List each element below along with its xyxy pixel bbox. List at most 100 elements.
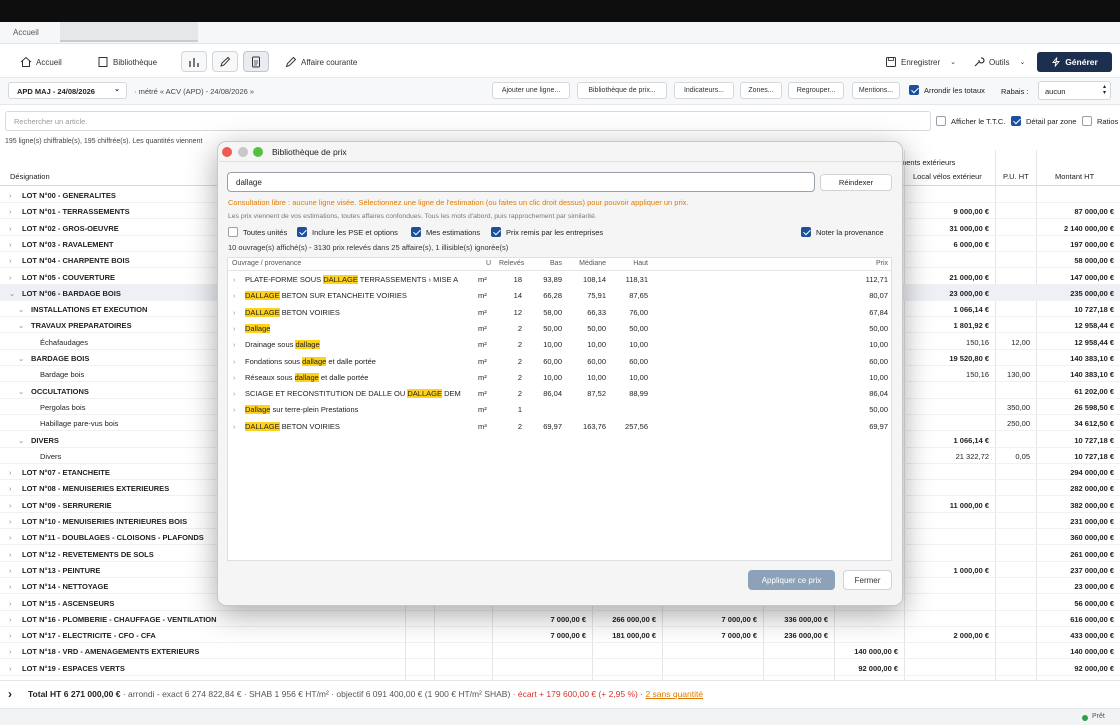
mes-estimations-checkbox[interactable]: Mes estimations: [411, 227, 480, 237]
bibliotheque-button[interactable]: Bibliothèque: [97, 52, 157, 72]
chevron-right-icon[interactable]: ›: [9, 517, 12, 526]
price-result-row[interactable]: › PLATE-FORME SOUS DALLAGE TERRASSEMENTS …: [228, 271, 891, 287]
chevron-down-icon[interactable]: ⌄: [18, 305, 24, 314]
bibliotheque-prix-button[interactable]: Bibliothèque de prix...: [577, 82, 667, 99]
chevron-right-icon[interactable]: ›: [9, 566, 12, 575]
arrondir-checkbox[interactable]: Arrondir les totaux: [909, 85, 985, 95]
chevron-right-icon[interactable]: ›: [9, 484, 12, 493]
price-result-row[interactable]: › Fondations sous dallage et dalle portée…: [228, 353, 891, 369]
chevron-down-icon[interactable]: ⌄: [18, 321, 24, 330]
price-result-row[interactable]: › Réseaux sous dallage et dalle portée m² 2…: [228, 369, 891, 385]
chevron-right-icon[interactable]: ›: [9, 550, 12, 559]
chevron-right-icon[interactable]: ›: [9, 256, 12, 265]
result-prix: 80,07: [869, 291, 888, 301]
tab-current-project[interactable]: [60, 22, 198, 42]
affaire-courante-button[interactable]: Affaire courante: [285, 52, 357, 72]
version-select[interactable]: APD MAJ - 24/08/2026 ⌄: [8, 82, 127, 99]
chevron-right-icon[interactable]: ›: [233, 389, 236, 398]
article-search-input[interactable]: Rechercher un article.: [5, 111, 931, 131]
lot-row[interactable]: › LOT N°19 - ESPACES VERTS 92 000,00 € 92 0…: [0, 660, 1120, 676]
ajouter-ligne-button[interactable]: Ajouter une ligne...: [492, 82, 570, 99]
afficher-ttc-checkbox[interactable]: Afficher le T.T.C.: [936, 116, 1005, 126]
generer-button[interactable]: Générer: [1037, 52, 1112, 72]
document-view-button[interactable]: [243, 51, 269, 72]
chevron-right-icon[interactable]: ›: [233, 340, 236, 349]
price-search-input[interactable]: dallage: [227, 172, 815, 192]
tab-accueil[interactable]: Accueil: [13, 28, 39, 37]
indicateurs-button[interactable]: Indicateurs...: [674, 82, 734, 99]
fermer-button[interactable]: Fermer: [843, 570, 892, 590]
price-result-row[interactable]: › Drainage sous dallage m² 2 10,00 10,00 10,00…: [228, 336, 891, 352]
row-zone4-amount: 336 000,00 €: [784, 614, 828, 624]
chevron-down-icon[interactable]: ⌄: [18, 387, 24, 396]
chevron-right-icon[interactable]: ›: [233, 324, 236, 333]
chevron-right-icon[interactable]: ›: [9, 224, 12, 233]
chevron-right-icon[interactable]: ›: [9, 501, 12, 510]
chevron-right-icon[interactable]: ›: [9, 599, 12, 608]
prix-entreprises-checkbox[interactable]: Prix remis par les entreprises: [491, 227, 603, 237]
noter-provenance-checkbox[interactable]: Noter la provenance: [801, 227, 884, 237]
chevron-down-icon[interactable]: ⌄: [18, 354, 24, 363]
chevron-right-icon[interactable]: ›: [9, 582, 12, 591]
accueil-button[interactable]: Accueil: [20, 52, 62, 72]
chevron-right-icon[interactable]: ›: [9, 273, 12, 282]
result-text: Fondations sous: [245, 356, 303, 366]
sans-quantite-link[interactable]: 2 sans quantité: [645, 689, 703, 699]
checkbox-checked[interactable]: [801, 227, 811, 237]
mentions-button[interactable]: Mentions...: [852, 82, 900, 99]
lot-row[interactable]: › LOT N°17 - ELECTRICITE - CFO - CFA 7 000…: [0, 627, 1120, 644]
checkbox-checked[interactable]: [491, 227, 501, 237]
ratios-checkbox[interactable]: Ratios: [1082, 116, 1120, 126]
chevron-right-icon[interactable]: ›: [9, 207, 12, 216]
detail-zone-checkbox[interactable]: Détail par zone: [1011, 116, 1076, 126]
lot-row[interactable]: › LOT N°18 - VRD - AMENAGEMENTS EXTERIEUR…: [0, 643, 1120, 660]
chevron-right-icon[interactable]: ›: [8, 687, 12, 701]
close-window-icon[interactable]: [222, 147, 232, 157]
rabais-select[interactable]: aucun ▴ ▾: [1038, 81, 1111, 100]
zoom-window-icon[interactable]: [253, 147, 263, 157]
result-ouvrage: DALLAGE BETON SUR ETANCHEITE VOIRIES: [245, 291, 466, 301]
chevron-right-icon[interactable]: ›: [233, 405, 236, 414]
checkbox-unchecked[interactable]: [936, 116, 946, 126]
chevron-right-icon[interactable]: ›: [233, 373, 236, 382]
checkbox-checked[interactable]: [297, 227, 307, 237]
chevron-right-icon[interactable]: ›: [9, 647, 12, 656]
reindexer-button[interactable]: Réindexer: [820, 174, 892, 191]
price-result-row[interactable]: › Dallage m² 2 50,00 50,00 50,00 50,00: [228, 320, 891, 336]
chevron-right-icon[interactable]: ›: [233, 291, 236, 300]
chevron-right-icon[interactable]: ›: [9, 468, 12, 477]
checkbox-checked[interactable]: [1011, 116, 1021, 126]
price-result-row[interactable]: › DALLAGE BETON VOIRIES m² 12 58,00 66,33 76,0…: [228, 304, 891, 320]
price-result-row[interactable]: › DALLAGE BETON SUR ETANCHEITE VOIRIES m² 1…: [228, 287, 891, 303]
inclure-pse-checkbox[interactable]: Inclure les PSE et options: [297, 227, 398, 237]
chevron-right-icon[interactable]: ›: [9, 240, 12, 249]
outils-button[interactable]: Outils ⌄: [973, 52, 1025, 72]
chevron-right-icon[interactable]: ›: [9, 191, 12, 200]
chevron-down-icon[interactable]: ⌄: [18, 436, 24, 445]
chevron-down-icon[interactable]: ⌄: [9, 289, 15, 298]
zones-button[interactable]: Zones...: [740, 82, 782, 99]
enregistrer-button[interactable]: Enregistrer ⌄: [885, 52, 956, 72]
chevron-right-icon[interactable]: ›: [233, 275, 236, 284]
price-result-row[interactable]: › DALLAGE BETON VOIRIES m³ 2 69,97 163,76 257,…: [228, 418, 891, 434]
chevron-right-icon[interactable]: ›: [233, 357, 236, 366]
checkbox-checked[interactable]: [411, 227, 421, 237]
chevron-right-icon[interactable]: ›: [233, 308, 236, 317]
chevron-right-icon[interactable]: ›: [9, 631, 12, 640]
lot-row[interactable]: › LOT N°16 - PLOMBERIE - CHAUFFAGE - VENT…: [0, 611, 1120, 627]
toutes-unites-checkbox[interactable]: Toutes unités: [228, 227, 287, 237]
chevron-right-icon[interactable]: ›: [9, 615, 12, 624]
chevron-right-icon[interactable]: ›: [9, 533, 12, 542]
chart-view-button[interactable]: [181, 51, 207, 72]
appliquer-prix-button[interactable]: Appliquer ce prix: [748, 570, 835, 590]
checkbox-unchecked[interactable]: [228, 227, 238, 237]
price-result-row[interactable]: › SCIAGE ET RECONSTITUTION DE DALLE OU DA…: [228, 385, 891, 401]
edit-view-button[interactable]: [212, 51, 238, 72]
checkbox-unchecked[interactable]: [1082, 116, 1092, 126]
chevron-right-icon[interactable]: ›: [233, 422, 236, 431]
price-result-row[interactable]: › Dallage sur terre-plein Prestations m² 1 5…: [228, 401, 891, 417]
minimize-window-icon[interactable]: [238, 147, 248, 157]
regrouper-button[interactable]: Regrouper...: [788, 82, 844, 99]
checkbox-checked[interactable]: [909, 85, 919, 95]
chevron-right-icon[interactable]: ›: [9, 664, 12, 673]
